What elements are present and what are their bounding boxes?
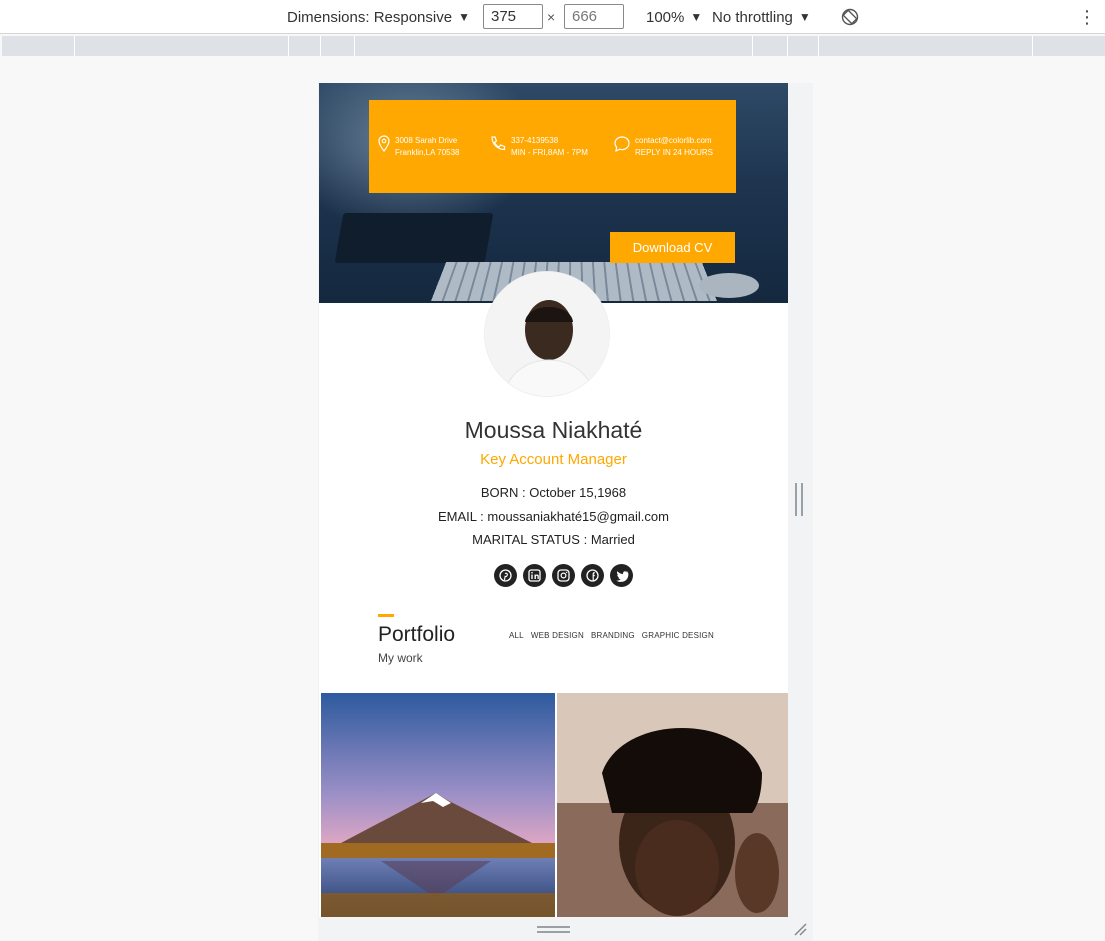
born-value: October 15,1968 [525,485,627,500]
marital-value: Married [587,532,635,547]
chevron-down-icon: ▼ [690,10,703,24]
email-row: EMAIL : moussaniakhaté15@gmail.com [319,509,788,524]
location-pin-icon [378,135,390,152]
throttling-label: No throttling [712,8,793,26]
twitter-icon[interactable] [610,564,633,587]
width-input[interactable]: 375 [483,4,543,29]
social-links [494,564,633,587]
portfolio-accent-bar [378,614,394,617]
portfolio-image-portrait[interactable] [557,693,788,917]
filter-web-design[interactable]: WEB DESIGN [531,631,584,640]
contact-line: 3008 Sarah Drive [395,136,458,145]
contact-line: MIN - FRI,8AM - 7PM [511,148,588,157]
resize-handle-right[interactable] [795,483,803,516]
contact-line: Franklin,LA 70538 [395,148,460,157]
resize-handle-bottom[interactable] [537,926,570,933]
contact-address: 3008 Sarah Drive Franklin,LA 70538 [377,135,460,159]
times-symbol: × [547,9,556,25]
contact-line: 337-4139538 [511,136,559,145]
media-query-bar[interactable] [2,36,1105,56]
email-label: EMAIL : [438,509,484,524]
portfolio-image-mountain[interactable] [321,693,555,917]
portfolio-filters: ALL WEB DESIGN BRANDING GRAPHIC DESIGN [509,631,714,640]
throttling-dropdown[interactable]: No throttling ▼ [712,0,811,34]
portfolio-title: Portfolio [378,623,456,646]
height-input[interactable]: 666 [564,4,624,29]
filter-all[interactable]: ALL [509,631,524,640]
zoom-dropdown[interactable]: 100% ▼ [646,0,702,34]
email-value: moussaniakhaté15@gmail.com [483,509,669,524]
born-row: BORN : October 15,1968 [319,485,788,500]
zoom-label: 100% [646,8,685,26]
page-viewport: 3008 Sarah Drive Franklin,LA 70538 337-41… [319,83,788,917]
profile-name: Moussa Niakhaté [464,417,643,443]
chevron-down-icon: ▼ [798,10,811,24]
born-label: BORN : [480,485,526,500]
marital-row: MARITAL STATUS : Married [319,532,788,547]
instagram-icon[interactable] [552,564,575,587]
linkedin-icon[interactable] [523,564,546,587]
resize-corner-icon[interactable] [792,921,808,937]
contact-line: contact@colorlib.com [635,136,712,145]
rotate-icon[interactable] [841,0,859,34]
facebook-icon[interactable] [581,564,604,587]
profile-role: Key Account Manager [480,451,627,468]
dimensions-dropdown[interactable]: Dimensions: Responsive ▼ [287,0,470,34]
portfolio-subtitle: My work [378,651,423,665]
filter-branding[interactable]: BRANDING [591,631,635,640]
avatar [484,271,610,397]
chevron-down-icon: ▼ [458,10,470,24]
marital-label: MARITAL STATUS : [472,532,588,547]
dimensions-label: Dimensions: Responsive [287,8,453,26]
pinterest-icon[interactable] [494,564,517,587]
devtools-toolbar: Dimensions: Responsive ▼ 375 × 666 100% … [0,0,1105,34]
contact-email: contact@colorlib.com REPLY IN 24 HOURS [613,135,713,159]
chat-bubble-icon [614,136,630,153]
contact-phone: 337-4139538 MIN - FRI,8AM - 7PM [489,135,588,159]
phone-icon [491,136,506,151]
filter-graphic-design[interactable]: GRAPHIC DESIGN [642,631,714,640]
download-cv-button[interactable]: Download CV [610,232,735,263]
contact-line: REPLY IN 24 HOURS [635,148,713,157]
more-options-icon[interactable]: ⋮ [1078,0,1096,34]
contact-box: 3008 Sarah Drive Franklin,LA 70538 337-41… [369,100,736,193]
